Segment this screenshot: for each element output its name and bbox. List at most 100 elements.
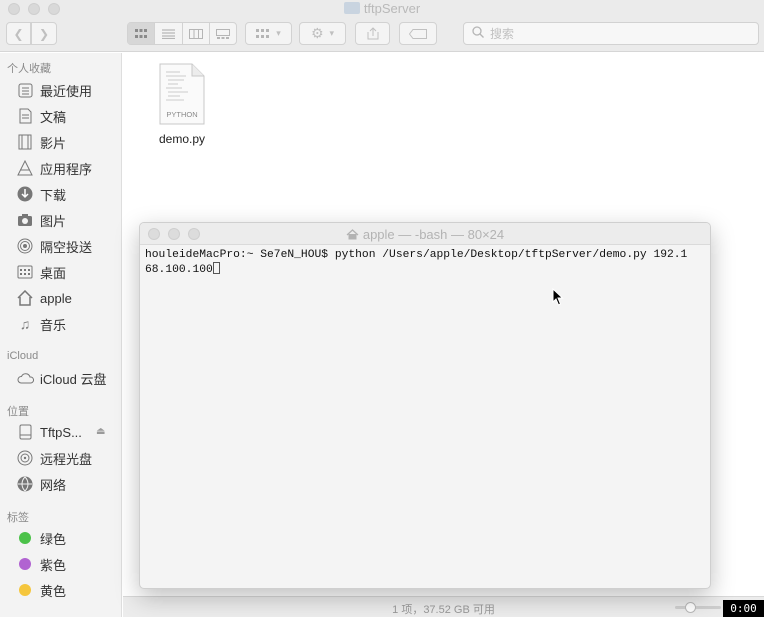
- home-icon: [16, 289, 34, 307]
- sidebar-item-label: 绿色: [40, 531, 67, 547]
- grid-icon: [135, 28, 148, 38]
- sidebar-item-label: 应用程序: [40, 161, 93, 177]
- sidebar-item-tag-green[interactable]: 绿色: [16, 528, 66, 548]
- terminal-line: houleideMacPro:~ Se7eN_HOU$ python /User…: [145, 249, 688, 261]
- column-view-button[interactable]: [183, 23, 210, 44]
- music-icon: ♫: [19, 316, 31, 332]
- view-mode-group: [127, 22, 237, 45]
- sidebar-item-documents[interactable]: 文稿: [16, 106, 66, 126]
- desktop-icon: [16, 263, 34, 281]
- list-view-button[interactable]: [155, 23, 183, 44]
- tag-dot-icon: [19, 532, 31, 544]
- group-by-button[interactable]: ▾: [245, 22, 292, 45]
- search-field[interactable]: 搜索: [463, 22, 759, 45]
- recording-timer: 0:00: [723, 600, 764, 617]
- sidebar-item-label: 图片: [40, 213, 67, 229]
- network-icon: [16, 475, 34, 493]
- tag-dot-icon: [19, 558, 31, 570]
- sidebar-item-label: 音乐: [40, 317, 67, 333]
- optical-disc-icon: [16, 449, 34, 467]
- grid-icon: [256, 28, 270, 38]
- sidebar-section-icloud: iCloud: [7, 350, 39, 362]
- window-title-text: tftpServer: [363, 1, 421, 16]
- sidebar-item-applications[interactable]: 应用程序: [16, 158, 92, 178]
- gallery-icon: [215, 28, 230, 39]
- forward-button[interactable]: ❯: [31, 22, 57, 45]
- share-button[interactable]: [355, 22, 390, 45]
- sidebar-item-tftpserver-disk[interactable]: TftpS...: [16, 422, 82, 442]
- sidebar-item-label: 黄色: [40, 583, 67, 599]
- icon-size-slider-track[interactable]: [675, 606, 721, 609]
- tag-icon: [409, 28, 427, 39]
- documents-icon: [16, 107, 34, 125]
- sidebar-item-airdrop[interactable]: 隔空投送: [16, 236, 92, 256]
- gear-icon: ⚙: [310, 25, 324, 41]
- columns-icon: [188, 28, 203, 39]
- sidebar-section-tags: 标签: [7, 512, 29, 524]
- sidebar-item-label: 紫色: [40, 557, 67, 573]
- terminal-line-with-cursor: 68.100.100: [145, 262, 707, 277]
- sidebar-item-recents[interactable]: 最近使用: [16, 80, 92, 100]
- gallery-view-button[interactable]: [210, 23, 236, 44]
- text-cursor: [212, 262, 220, 274]
- chevron-down-icon: ▾: [276, 28, 281, 38]
- terminal-output[interactable]: houleideMacPro:~ Se7eN_HOU$ python /User…: [145, 248, 707, 277]
- action-button[interactable]: ⚙ ▾: [299, 22, 346, 45]
- sidebar-item-home[interactable]: apple: [16, 288, 72, 308]
- search-icon: [472, 26, 484, 41]
- folder-icon: [343, 2, 360, 14]
- sidebar-item-label: 网络: [40, 477, 67, 493]
- file-name[interactable]: demo.py: [143, 132, 221, 146]
- home-icon: [346, 229, 359, 240]
- sidebar: 个人收藏 最近使用 文稿 影片 应用程序 下载 图片 隔空投送 桌面 apple…: [0, 53, 122, 617]
- sidebar-item-label: TftpS...: [40, 424, 82, 440]
- recents-icon: [16, 81, 34, 99]
- sidebar-item-movies[interactable]: 影片: [16, 132, 66, 152]
- sidebar-item-label: 桌面: [40, 265, 67, 281]
- eject-icon[interactable]: ⏏: [96, 426, 105, 437]
- sidebar-item-network[interactable]: 网络: [16, 474, 66, 494]
- status-text: 1 项，37.52 GB 可用: [392, 604, 495, 616]
- cloud-icon: [16, 369, 34, 387]
- terminal-title: apple — -bash — 80×24: [140, 227, 710, 242]
- sidebar-item-label: 最近使用: [40, 83, 93, 99]
- back-button[interactable]: ❮: [6, 22, 31, 45]
- finder-toolbar: tftpServer ❮ ❯ ▾ ⚙ ▾ 搜索: [0, 0, 764, 52]
- sidebar-item-icloud-drive[interactable]: iCloud 云盘: [16, 368, 106, 388]
- sidebar-item-tag-yellow[interactable]: 黄色: [16, 580, 66, 600]
- chevron-down-icon: ▾: [329, 28, 335, 38]
- share-icon: [367, 27, 378, 40]
- mouse-pointer-icon: [552, 288, 564, 306]
- tag-dot-icon: [19, 584, 31, 596]
- file-type-label: PYTHON: [166, 110, 197, 119]
- sidebar-section-favorites: 个人收藏: [7, 63, 51, 75]
- list-icon: [161, 28, 175, 39]
- search-placeholder: 搜索: [490, 27, 515, 41]
- downloads-icon: [16, 185, 34, 203]
- icon-view-button[interactable]: [128, 23, 156, 44]
- terminal-window[interactable]: apple — -bash — 80×24 houleideMacPro:~ S…: [139, 222, 711, 589]
- sidebar-item-tag-purple[interactable]: 紫色: [16, 554, 66, 574]
- status-bar: 1 项，37.52 GB 可用: [123, 596, 764, 617]
- sidebar-item-music[interactable]: ♫ 音乐: [16, 314, 66, 334]
- window-title: tftpServer: [0, 1, 764, 16]
- terminal-line: 68.100.100: [145, 264, 213, 276]
- sidebar-item-label: iCloud 云盘: [40, 371, 107, 387]
- sidebar-item-label: 下载: [40, 187, 67, 203]
- python-file-icon[interactable]: PYTHON: [158, 63, 206, 125]
- terminal-title-text: apple — -bash — 80×24: [362, 227, 505, 242]
- terminal-titlebar[interactable]: apple — -bash — 80×24: [140, 223, 710, 245]
- icon-size-slider-knob[interactable]: [685, 602, 696, 613]
- airdrop-icon: [16, 237, 34, 255]
- pictures-icon: [16, 211, 34, 229]
- sidebar-item-label: 文稿: [40, 109, 67, 125]
- sidebar-item-label: 隔空投送: [40, 239, 93, 255]
- sidebar-item-desktop[interactable]: 桌面: [16, 262, 66, 282]
- tag-button[interactable]: [399, 22, 437, 45]
- sidebar-item-pictures[interactable]: 图片: [16, 210, 66, 230]
- sidebar-item-label: apple: [40, 290, 72, 306]
- sidebar-item-downloads[interactable]: 下载: [16, 184, 66, 204]
- chevron-left-icon: ❮: [13, 26, 24, 41]
- sidebar-item-remote-disc[interactable]: 远程光盘: [16, 448, 92, 468]
- movies-icon: [16, 133, 34, 151]
